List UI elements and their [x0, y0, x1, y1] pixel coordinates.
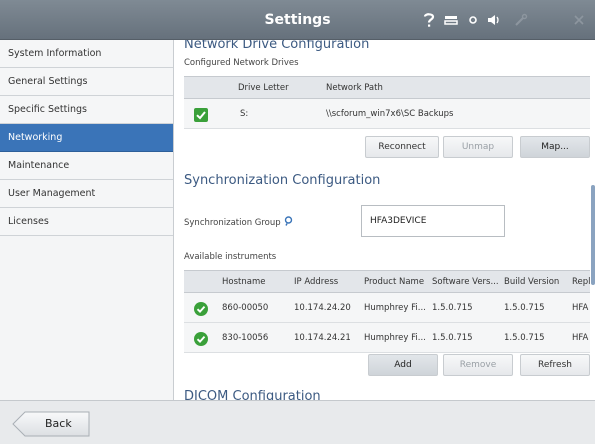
- column-header-network-path: Network Path: [326, 83, 383, 93]
- sidebar-item-system-information[interactable]: System Information: [0, 40, 173, 68]
- network-drive-table: Drive Letter Network Path S: \\scforum_w…: [184, 76, 590, 129]
- window-title: Settings: [264, 12, 331, 28]
- column-header-drive-letter: Drive Letter: [238, 83, 289, 93]
- refresh-button[interactable]: Refresh: [520, 354, 590, 376]
- sidebar-item-licenses[interactable]: Licenses: [0, 208, 173, 236]
- network-drive-title: Network Drive Configuration: [184, 40, 370, 52]
- tools-icon: [512, 10, 530, 30]
- back-label: Back: [45, 417, 72, 430]
- sidebar-item-user-management[interactable]: User Management: [0, 180, 173, 208]
- check-circle-icon[interactable]: [194, 301, 208, 316]
- remove-button[interactable]: Remove: [443, 354, 513, 376]
- software-version-cell: 1.5.0.715: [432, 333, 473, 343]
- product-name-cell: Humphrey Fi...: [364, 333, 426, 343]
- title-bar: Settings: [0, 0, 595, 40]
- settings-sidebar: System Information General Settings Spec…: [0, 40, 174, 400]
- footer-bar: Back: [0, 400, 595, 444]
- table-header: Hostname IP Address Product Name Softwar…: [184, 271, 590, 293]
- repl-cell: HFA: [572, 303, 589, 313]
- column-header-hostname: Hostname: [222, 277, 266, 287]
- checkbox-checked-icon[interactable]: [194, 107, 208, 122]
- unmap-button[interactable]: Unmap: [443, 136, 513, 158]
- synchronization-title: Synchronization Configuration: [184, 173, 381, 188]
- column-header-software-version: Software Vers...: [432, 277, 499, 287]
- map-button[interactable]: Map...: [520, 136, 590, 158]
- close-icon: [570, 10, 588, 30]
- column-header-repl: Repl: [572, 277, 590, 287]
- sidebar-item-networking[interactable]: Networking: [0, 124, 173, 152]
- column-header-product-name: Product Name: [364, 277, 425, 287]
- volume-icon[interactable]: [485, 10, 503, 30]
- hostname-cell: 830-10056: [222, 333, 269, 343]
- available-instruments-label: Available instruments: [184, 252, 277, 262]
- table-row[interactable]: 860-00050 10.174.24.20 Humphrey Fi... 1.…: [184, 293, 590, 323]
- back-button[interactable]: Back: [12, 411, 90, 437]
- main-content[interactable]: Network Drive Configuration Configured N…: [175, 40, 595, 400]
- table-row[interactable]: 830-10056 10.174.24.21 Humphrey Fi... 1.…: [184, 323, 590, 353]
- add-button[interactable]: Add: [368, 354, 438, 376]
- vertical-scrollbar[interactable]: [591, 185, 595, 285]
- instruments-table: Hostname IP Address Product Name Softwar…: [184, 270, 590, 353]
- synchronization-group-input[interactable]: HFA3DEVICE: [361, 205, 505, 237]
- sidebar-item-specific-settings[interactable]: Specific Settings: [0, 96, 173, 124]
- hostname-cell: 860-00050: [222, 303, 269, 313]
- network-drive-subtitle: Configured Network Drives: [184, 58, 299, 68]
- sidebar-item-maintenance[interactable]: Maintenance: [0, 152, 173, 180]
- column-header-build-version: Build Version: [504, 277, 560, 287]
- ip-address-cell: 10.174.24.20: [294, 303, 351, 313]
- sidebar-item-general-settings[interactable]: General Settings: [0, 68, 173, 96]
- software-version-cell: 1.5.0.715: [432, 303, 473, 313]
- dicom-title: DICOM Configuration: [184, 389, 321, 400]
- check-circle-icon[interactable]: [194, 331, 208, 346]
- table-row[interactable]: S: \\scforum_win7x6\SC Backups: [184, 99, 590, 129]
- synchronization-group-label: Synchronization Group: [184, 216, 293, 229]
- network-status-icon[interactable]: [464, 10, 482, 30]
- keyboard-icon[interactable]: [442, 10, 460, 30]
- info-icon[interactable]: [284, 216, 293, 229]
- help-icon[interactable]: [420, 10, 438, 30]
- build-version-cell: 1.5.0.715: [504, 333, 545, 343]
- reconnect-button[interactable]: Reconnect: [365, 136, 439, 158]
- drive-letter-cell: S:: [240, 109, 249, 119]
- table-header: Drive Letter Network Path: [184, 77, 590, 99]
- column-header-ip-address: IP Address: [294, 277, 339, 287]
- synchronization-group-text: Synchronization Group: [184, 218, 281, 228]
- ip-address-cell: 10.174.24.21: [294, 333, 351, 343]
- build-version-cell: 1.5.0.715: [504, 303, 545, 313]
- repl-cell: HFA: [572, 333, 589, 343]
- product-name-cell: Humphrey Fi...: [364, 303, 426, 313]
- network-path-cell: \\scforum_win7x6\SC Backups: [326, 109, 454, 119]
